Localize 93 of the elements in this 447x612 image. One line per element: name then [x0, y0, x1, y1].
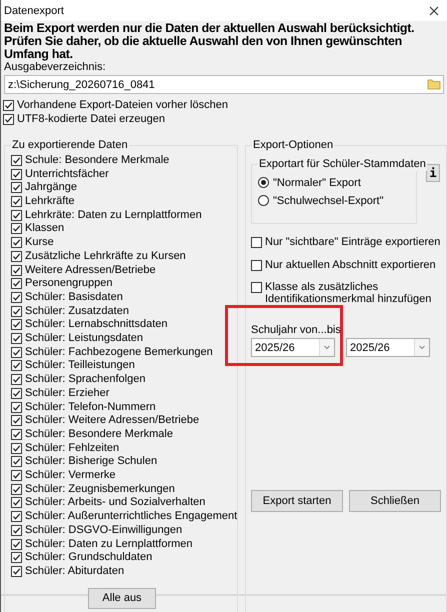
checkbox-label: Schüler: Zeugnisbemerkungen — [25, 482, 175, 496]
checkbox-label: Schüler: Fehlzeiten — [25, 442, 120, 456]
group-title: Export-Optionen — [252, 138, 334, 152]
checkbox[interactable] — [11, 319, 22, 330]
checkbox[interactable] — [11, 168, 22, 180]
checkbox[interactable] — [11, 292, 22, 303]
checkbox[interactable] — [11, 511, 22, 522]
window-title: Datenexport — [4, 4, 64, 16]
checkbox-label: Lehrkräfte — [25, 195, 75, 209]
checkbox-label: Personengruppen — [25, 277, 112, 291]
checkbox[interactable] — [11, 428, 22, 440]
checkbox[interactable] — [11, 278, 22, 290]
checkbox[interactable] — [11, 306, 22, 317]
checkbox[interactable] — [251, 260, 262, 271]
deselect-all-button[interactable]: Alle aus — [88, 588, 156, 609]
checkbox-label: Schüler: Weitere Adressen/Betriebe — [25, 414, 200, 428]
checkbox[interactable] — [11, 237, 22, 248]
checkbox-label: Schüler: Besondere Merkmale — [25, 428, 173, 442]
checkbox-label: Schüler: Grundschuldaten — [25, 551, 152, 565]
checkbox[interactable] — [11, 415, 22, 426]
chevron-down-icon — [414, 339, 429, 356]
checkbox[interactable] — [251, 282, 262, 294]
checkbox-label: UTF8-kodierte Datei erzeugen — [17, 113, 165, 127]
checkbox-label: Schüler: Sprachenfolgen — [25, 373, 146, 387]
field-label: Schuljahr von...bis — [251, 323, 342, 338]
checkbox-label: Klasse als zusätzliches Identifikationsmerkmal hinzufügen — [265, 281, 432, 306]
checkbox[interactable] — [11, 223, 22, 234]
checkbox-label: Jahrgänge — [25, 181, 77, 196]
checkbox-label: Schüler: Fachbezogene Bemerkungen — [25, 346, 213, 360]
checkbox-label: Zusätzliche Lehrkräfte zu Kursen — [25, 250, 186, 264]
checkbox-label: Schüler: Arbeits- und Sozialverhalten — [25, 496, 206, 510]
checkbox[interactable] — [11, 484, 22, 495]
checkbox[interactable] — [3, 114, 14, 126]
checkbox-label: Schüler: Teilleistungen — [25, 359, 135, 374]
close-icon[interactable] — [429, 6, 439, 16]
checkbox[interactable] — [11, 442, 22, 454]
checkbox[interactable] — [11, 402, 22, 413]
checkbox-label: Schüler: Zusatzdaten — [25, 304, 129, 318]
checkbox[interactable] — [11, 524, 22, 536]
checkbox-label: Unterrichtsfächer — [25, 168, 109, 182]
checkbox-label: Schüler: Vermerke — [25, 469, 116, 483]
notice-text: Beim Export werden nur die Daten der aktuellen Auswahl berücksichtigt. Prüfen Sie daher, ob die aktuelle Auswahl den von Ihnen gewünschten Umfang hat. — [3, 21, 416, 61]
checkbox[interactable] — [251, 236, 262, 248]
action-button[interactable]: Export starten — [251, 490, 343, 512]
checkbox[interactable] — [11, 196, 22, 208]
chevron-down-icon — [319, 339, 334, 356]
checkbox[interactable] — [11, 250, 22, 262]
group-title: Zu exportierende Daten — [11, 138, 129, 152]
checkbox[interactable] — [11, 333, 22, 344]
checkbox-label: Schüler: Abiturdaten — [25, 565, 124, 579]
directory-field[interactable]: z:\Sicherung_20260716_0841 — [4, 75, 444, 94]
checkbox-label: Weitere Adressen/Betriebe — [25, 264, 156, 278]
checkbox[interactable] — [11, 497, 22, 508]
checkbox-label: Vorhandene Export-Dateien vorher löschen — [17, 99, 228, 113]
checkbox[interactable] — [11, 182, 22, 194]
field-label: Ausgabeverzeichnis: — [3, 61, 107, 74]
checkbox[interactable] — [11, 210, 22, 221]
checkbox[interactable] — [11, 388, 22, 399]
checkbox-label: Schüler: Außerunterrichtliches Engagement — [25, 510, 238, 524]
checkbox-label: Schüler: Lernabschnittsdaten — [25, 318, 168, 332]
checkbox-label: Lehrkräte: Daten zu Lernplattformen — [25, 208, 202, 222]
checkbox-label: Kurse — [25, 236, 54, 250]
radio-label: "Normaler" Export — [273, 176, 361, 189]
action-button[interactable]: Schließen — [349, 490, 441, 512]
checkbox-label: Klassen — [25, 222, 64, 236]
checkbox-label: Schüler: Basisdaten — [25, 290, 123, 305]
radio-button[interactable] — [258, 195, 269, 206]
group-title: Exportart für Schüler-Stammdaten — [258, 156, 427, 171]
checkbox[interactable] — [11, 566, 22, 577]
checkbox[interactable] — [11, 154, 22, 166]
dropdown[interactable]: 2025/26 — [346, 338, 430, 358]
checkbox[interactable] — [11, 264, 22, 276]
radio-label: "Schulwechsel-Export" — [273, 194, 384, 207]
checkbox[interactable] — [3, 100, 14, 111]
checkbox[interactable] — [11, 374, 22, 386]
checkbox[interactable] — [11, 552, 22, 564]
checkbox[interactable] — [11, 360, 22, 372]
info-button[interactable]: i — [426, 164, 440, 182]
checkbox[interactable] — [11, 346, 22, 358]
checkbox-label: Schüler: Daten zu Lernplattformen — [25, 538, 193, 552]
checkbox-label: Nur "sichtbare" Einträge exportieren — [265, 236, 440, 248]
checkbox[interactable] — [11, 538, 22, 550]
checkbox[interactable] — [11, 456, 22, 468]
checkbox-label: Schüler: Leistungsdaten — [25, 332, 144, 346]
checkbox-label: Schüler: Telefon-Nummern — [25, 400, 156, 414]
radio-button[interactable] — [258, 177, 269, 188]
checkbox-label: Schüler: Erzieher — [25, 386, 110, 401]
dropdown[interactable]: 2025/26 — [251, 338, 335, 358]
checkbox[interactable] — [11, 470, 22, 482]
checkbox-label: Schüler: DSGVO-Einwilligungen — [25, 524, 182, 538]
checkbox-label: Schüler: Bisherige Schulen — [25, 455, 158, 470]
checkbox-label: Schule: Besondere Merkmale — [25, 154, 170, 168]
checkbox-label: Nur aktuellen Abschnitt exportieren — [265, 258, 436, 271]
